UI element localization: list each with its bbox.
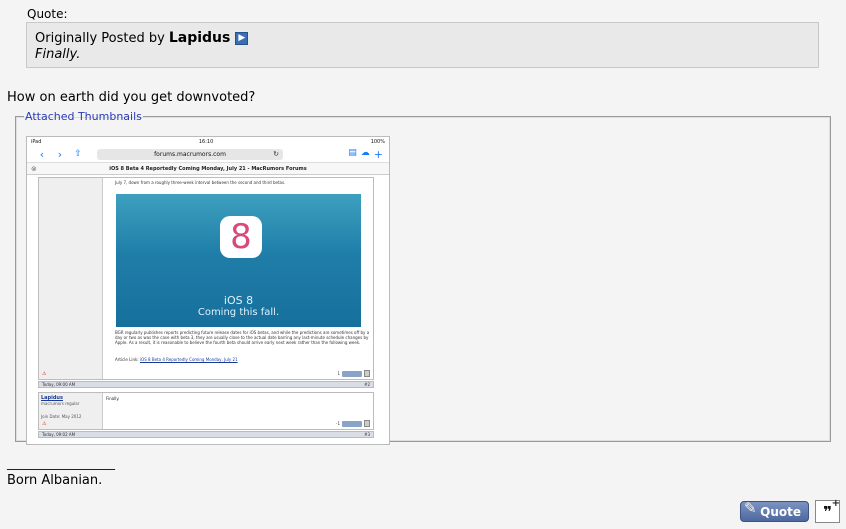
quote-text: Finally. — [35, 47, 81, 62]
back-icon: ‹ — [39, 147, 45, 161]
quote-button-label: Quote — [760, 504, 801, 519]
status-battery: 100% — [370, 138, 385, 145]
post2-report-icon: ⚠ — [42, 421, 47, 427]
new-tab-icon: + — [373, 147, 383, 161]
date-bar-2: Today, 09:02 AM #3 — [38, 431, 374, 438]
bookmarks-icon: ▤ — [348, 147, 357, 158]
post-body: BGR regularly publishes reports predicti… — [115, 330, 370, 345]
ipad-status-bar: iPad 16:10 100% — [27, 137, 389, 146]
url-text: forums.macrumors.com — [154, 150, 226, 158]
post2-footer: -1 — [336, 420, 370, 427]
post-snippet: July 7, down from a roughly three-week i… — [115, 180, 286, 185]
view-post-icon[interactable]: ▶ — [235, 32, 249, 45]
banner-title: iOS 8 — [223, 294, 254, 307]
reload-icon: ↻ — [273, 150, 279, 158]
signature-text: Born Albanian. — [7, 473, 103, 488]
post2-mini-quote-button — [342, 420, 362, 427]
ios8-banner: 8 iOS 8 Coming this fall. — [116, 194, 361, 327]
plus-icon: + — [831, 498, 840, 509]
date-2: Today, 09:02 AM — [42, 432, 76, 437]
pencil-icon: ✎ — [744, 499, 757, 517]
post2-mini-multiquote-icon — [364, 420, 370, 427]
multi-quote-button[interactable]: ❞ + — [815, 498, 840, 523]
originally-posted-by-text: Originally Posted by — [35, 31, 165, 46]
mini-multiquote-icon — [364, 370, 370, 377]
post-report-icon: ⚠ — [42, 371, 47, 377]
attached-thumbnails-legend: Attached Thumbnails — [25, 110, 142, 123]
quote-author: Lapidus — [168, 30, 231, 46]
safari-toolbar: ‹ › ⇧ forums.macrumors.com ↻ ▤ ☁ + — [27, 146, 389, 162]
url-bar: forums.macrumors.com ↻ — [97, 148, 283, 160]
date-bar-1: Today, 09:00 AM #2 — [38, 381, 374, 388]
post2-text: Finally. — [106, 396, 120, 401]
post-vote-count: 1 — [337, 371, 340, 376]
forum-post-1: July 7, down from a roughly three-week i… — [38, 177, 374, 380]
post-number-3: #3 — [364, 432, 370, 437]
ios8-logo-glyph: 8 — [230, 217, 252, 257]
post-sidebar — [39, 178, 103, 379]
attachment-thumbnail[interactable]: iPad 16:10 100% ‹ › ⇧ forums.macrumors.c… — [26, 136, 390, 445]
banner-subtitle: Coming this fall. — [197, 307, 280, 318]
forward-icon: › — [57, 147, 63, 161]
tab-title: iOS 8 Beta 4 Reportedly Coming Monday, J… — [109, 165, 307, 172]
status-time: 16:10 — [198, 138, 214, 145]
post2-vote-count: -1 — [336, 421, 340, 426]
status-device: iPad — [31, 138, 42, 145]
post-number-2: #2 — [364, 382, 370, 387]
share-icon: ⇧ — [74, 149, 82, 159]
post2-sidebar: Lapidus macrumors regular Join Date: May… — [39, 393, 103, 429]
reply-text: How on earth did you get downvoted? — [7, 90, 256, 105]
attached-thumbnails: Attached Thumbnails iPad 16:10 100% ‹ › … — [15, 110, 831, 445]
quote-box: Originally Posted by Lapidus ▶ Finally. — [26, 22, 819, 68]
article-link: iOS 8 Beta 4 Reportedly Coming Monday, J… — [139, 357, 238, 362]
signature-divider: __________________ — [7, 456, 115, 470]
quote-attribution: Originally Posted by Lapidus ▶ — [35, 30, 810, 47]
close-tab-icon: ⊗ — [31, 164, 37, 173]
cloud-icon: ☁ — [360, 147, 370, 158]
mini-quote-button — [342, 370, 362, 377]
quote-button[interactable]: ✎ Quote — [740, 499, 809, 522]
article-link-row: Article Link: iOS 8 Beta 4 Reportedly Co… — [115, 357, 238, 362]
post-footer: 1 — [337, 370, 370, 377]
date-1: Today, 09:00 AM — [42, 382, 76, 387]
ios8-logo-icon: 8 — [220, 216, 262, 258]
article-link-label: Article Link: — [115, 357, 139, 362]
post2-rank: macrumors regular — [41, 401, 80, 406]
multi-quote-icon: ❞ — [823, 502, 832, 521]
forum-post-2: Lapidus macrumors regular Join Date: May… — [38, 392, 374, 430]
quote-label: Quote: — [27, 7, 68, 21]
post2-join-date: Join Date: May 2012 — [41, 414, 82, 419]
tab-title-bar: ⊗ iOS 8 Beta 4 Reportedly Coming Monday,… — [27, 162, 389, 175]
